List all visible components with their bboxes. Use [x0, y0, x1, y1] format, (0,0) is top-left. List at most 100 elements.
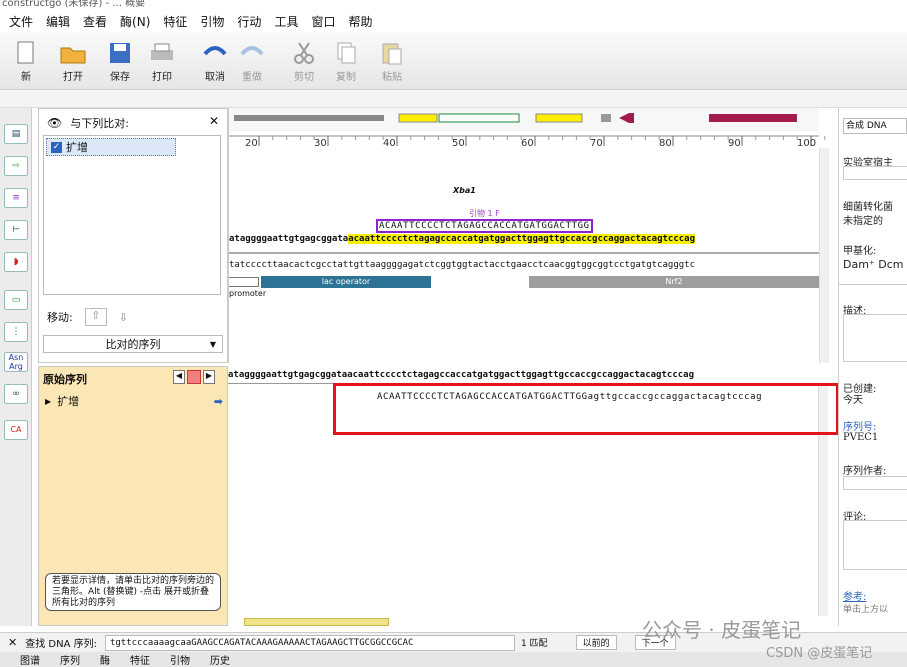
prev-arrow-icon[interactable]: ◀ [173, 370, 185, 384]
reference-hint: 单击上方以 [843, 605, 889, 615]
orig-seq-item[interactable]: ▶ 扩增 ➡ [45, 393, 223, 409]
expand-triangle-icon[interactable]: ▶ [45, 397, 51, 406]
paste-icon [382, 43, 402, 65]
sequence-compare-icon[interactable]: CA [4, 420, 28, 440]
nrf2-feature[interactable]: Nrf2 [529, 276, 819, 288]
primer-label: 引物 1 F [469, 209, 500, 218]
alignment-panel: 👁 与下列比对: ✕ ✓ 扩增 移动: ⇧ ⇩ 比对的序列 ▼ [38, 108, 228, 363]
primer-sequence[interactable]: ACAATTCCCCTCTAGAGCCACCATGATGGACTTGG [376, 219, 593, 233]
watermark-csdn: CSDN @皮蛋笔记 [766, 646, 873, 661]
methylation-label: 甲基化: [843, 246, 877, 257]
ruler-icon[interactable]: ⋮ [4, 322, 28, 342]
list-icon[interactable]: ≡ [4, 188, 28, 208]
view-tab[interactable]: 图谱 [20, 652, 40, 667]
menu-item[interactable]: 帮助 [348, 13, 372, 30]
aligned-seq-item[interactable]: ✓ 扩增 [46, 138, 176, 156]
paste-button[interactable]: 粘贴 [372, 40, 412, 83]
aligned-seq-select[interactable]: 比对的序列 ▼ [43, 335, 223, 353]
sequence-map-view: 20 30 40 50 60 70 80 90 100 Xba1 引物 1 F ACAATTCC… [228, 108, 829, 363]
map-scrollbar[interactable] [819, 148, 829, 363]
bottom-strand: tatccccttaacactcgcctattgttaaggggagatctcg… [229, 260, 695, 270]
menu-item[interactable]: 文件 [9, 13, 33, 30]
close-find-icon[interactable]: ✕ [8, 636, 17, 649]
view-tab[interactable]: 序列 [60, 652, 80, 667]
original-sequence-panel: 原始序列 ◀ ▶ ▶ 扩增 ➡ 若要显示详情，请单击比对的序列旁边的三角形。Al… [38, 366, 228, 626]
move-down-icon[interactable]: ⇩ [119, 311, 128, 324]
description-field[interactable] [843, 314, 907, 362]
next-arrow-icon[interactable]: ▶ [203, 370, 215, 384]
find-previous-button[interactable]: 以前的 [575, 635, 617, 650]
promoter-label: promoter [229, 289, 267, 298]
menu-item[interactable]: 窗口 [311, 13, 335, 30]
enzyme-icon[interactable]: ◗ [4, 252, 28, 272]
move-label: 移动: [47, 311, 73, 324]
dna-type-select[interactable]: 合成 DNA [843, 118, 907, 134]
view-tab[interactable]: 引物 [170, 652, 190, 667]
color-swatch[interactable] [187, 370, 201, 384]
methylation-value: Dam⁺ Dcm [843, 258, 904, 271]
menu-item[interactable]: 特征 [163, 13, 187, 30]
transformation-label: 细菌转化菌 [843, 202, 893, 213]
print-button[interactable]: 打印 [142, 40, 182, 83]
view-tab[interactable]: 酶 [100, 652, 110, 667]
ruler-tick-label: 70 [590, 138, 603, 149]
promoter-feature-arrow[interactable] [229, 277, 259, 287]
map-view-icon[interactable]: ▤ [4, 124, 28, 144]
transformation-value[interactable]: 未指定的 [843, 212, 883, 227]
primer-icon[interactable]: ⊢ [4, 220, 28, 240]
orig-panel-controls: ◀ ▶ [173, 370, 215, 384]
orig-seq-label: 扩增 [57, 395, 80, 408]
fragment-icon[interactable]: ▭ [4, 290, 28, 310]
open-button[interactable]: 打开 [53, 40, 93, 83]
ruler-tick-label: 100 [797, 138, 816, 149]
menu-item[interactable]: 工具 [274, 13, 298, 30]
toolbar: 新 打开 保存 打印 取消 重做 剪切 复制 粘贴 [0, 32, 907, 90]
sequence-number-value[interactable]: PVEC1 [843, 432, 878, 443]
ruler-tick-label: 30 [314, 138, 327, 149]
toolbar-separator [0, 90, 907, 108]
author-field[interactable] [843, 476, 907, 490]
printer-icon [151, 43, 173, 60]
menu-item[interactable]: 查看 [83, 13, 107, 30]
arrow-feature-icon[interactable]: ⇨ [4, 156, 28, 176]
cut-button[interactable]: 剪切 [284, 40, 324, 83]
copy-button[interactable]: 复制 [326, 40, 366, 83]
find-label: 查找 DNA 序列: [25, 639, 97, 650]
overview-feature-maroon2 [709, 114, 797, 122]
ruler-tick-label: 20 [245, 138, 258, 149]
lab-host-field[interactable] [843, 166, 907, 180]
checkbox-icon[interactable]: ✓ [51, 141, 62, 153]
save-button[interactable]: 保存 [100, 40, 140, 83]
undo-button[interactable]: 取消 [195, 40, 235, 83]
top-strand-plain: ataggggaattgtgagcggata [229, 234, 349, 244]
highlight-box [333, 383, 839, 435]
infinity-icon[interactable]: ∞ [4, 384, 28, 404]
watermark: 公众号 · 皮蛋笔记 [642, 618, 802, 642]
horizontal-scroll-thumb[interactable] [244, 618, 389, 626]
properties-panel: 合成 DNA 实验室宿主 细菌转化菌 未指定的 甲基化: Dam⁺ Dcm 描述… [838, 108, 907, 626]
close-icon[interactable]: ✕ [209, 114, 219, 128]
restriction-site-label: Xba1 [453, 186, 476, 195]
translation-icon[interactable]: Asn Arg [4, 352, 28, 372]
menu-item[interactable]: 编辑 [46, 13, 70, 30]
move-up-icon[interactable]: ⇧ [84, 308, 107, 326]
sequence-number-label[interactable]: 序列号: [843, 418, 876, 433]
find-input[interactable]: tgttcccaaaagcaaGAAGCCAGATACAAAGAAAAACTAG… [104, 634, 515, 651]
menu-item[interactable]: 行动 [237, 13, 261, 30]
comment-field[interactable] [843, 520, 907, 570]
menu-item[interactable]: 酶(N) [120, 13, 150, 30]
folder-icon [60, 47, 86, 64]
menu-item[interactable]: 引物 [200, 13, 224, 30]
view-tab[interactable]: 历史 [210, 652, 230, 667]
eye-icon[interactable]: 👁 [47, 116, 62, 130]
view-tab[interactable]: 特征 [130, 652, 150, 667]
reference-link[interactable]: 参考: [843, 588, 866, 603]
new-button[interactable]: 新 [6, 40, 46, 83]
ruler-tick-label: 80 [659, 138, 672, 149]
lac-operator-feature[interactable]: lac operator [261, 276, 431, 288]
redo-button[interactable]: 重做 [232, 40, 272, 83]
tip-bubble: 若要显示详情，请单击比对的序列旁边的三角形。Alt (替换键) -点击 展开或折… [45, 573, 221, 611]
author-label: 序列作者: [843, 466, 887, 477]
window-title: constructgo (未保存) - ... 概要 [0, 0, 907, 10]
ruler-tick-label: 50 [452, 138, 465, 149]
